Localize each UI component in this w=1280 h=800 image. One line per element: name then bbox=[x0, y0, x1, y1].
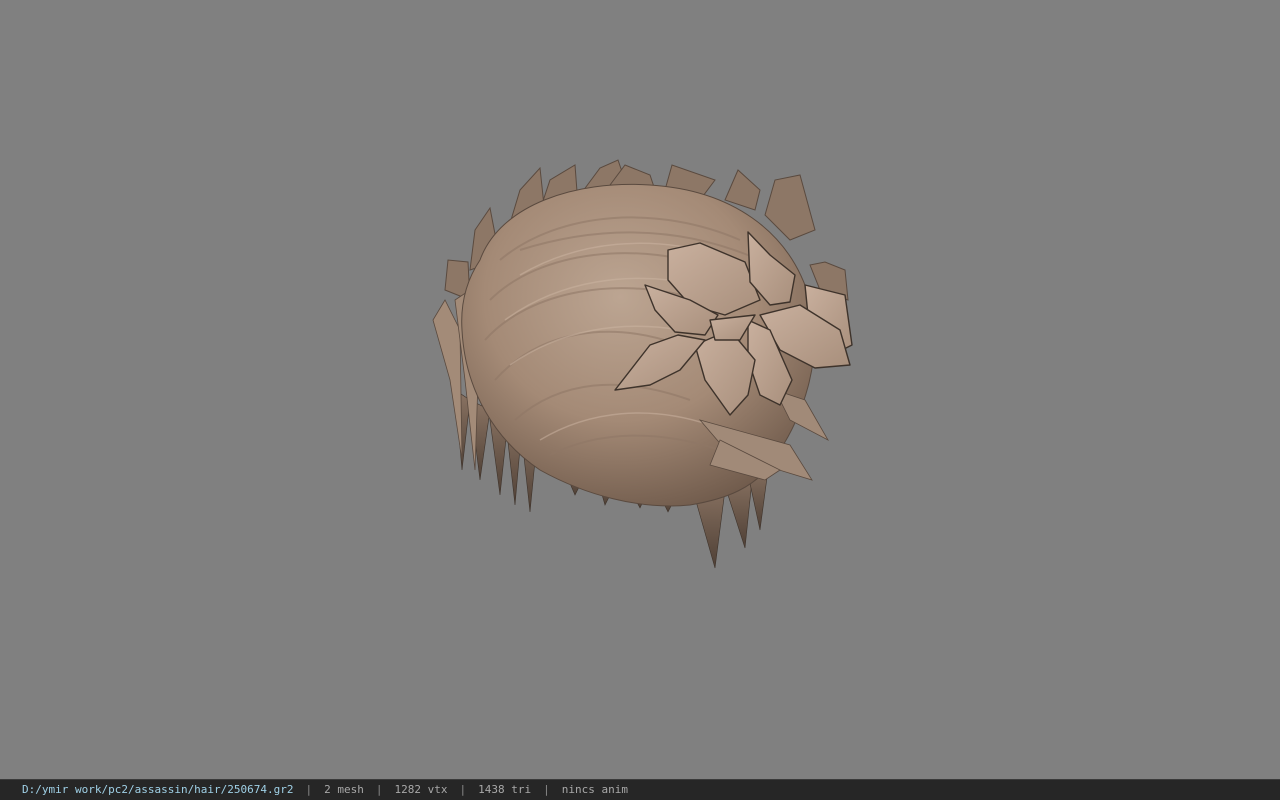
status-separator: | bbox=[375, 783, 383, 796]
status-file-path: D:/ymir work/pc2/assassin/hair/250674.gr… bbox=[22, 783, 294, 796]
status-vertex-count: 1282 vtx bbox=[394, 783, 448, 796]
status-separator: | bbox=[305, 783, 313, 796]
hair-model-render[interactable] bbox=[0, 0, 1280, 779]
status-anim-state: nincs anim bbox=[561, 783, 628, 796]
status-separator: | bbox=[543, 783, 550, 796]
status-bar: D:/ymir work/pc2/assassin/hair/250674.gr… bbox=[0, 779, 1280, 800]
status-separator: | bbox=[459, 783, 467, 796]
3d-viewport[interactable] bbox=[0, 0, 1280, 779]
status-mesh-count: 2 mesh bbox=[324, 783, 364, 796]
status-triangle-count: 1438 tri bbox=[478, 783, 532, 796]
